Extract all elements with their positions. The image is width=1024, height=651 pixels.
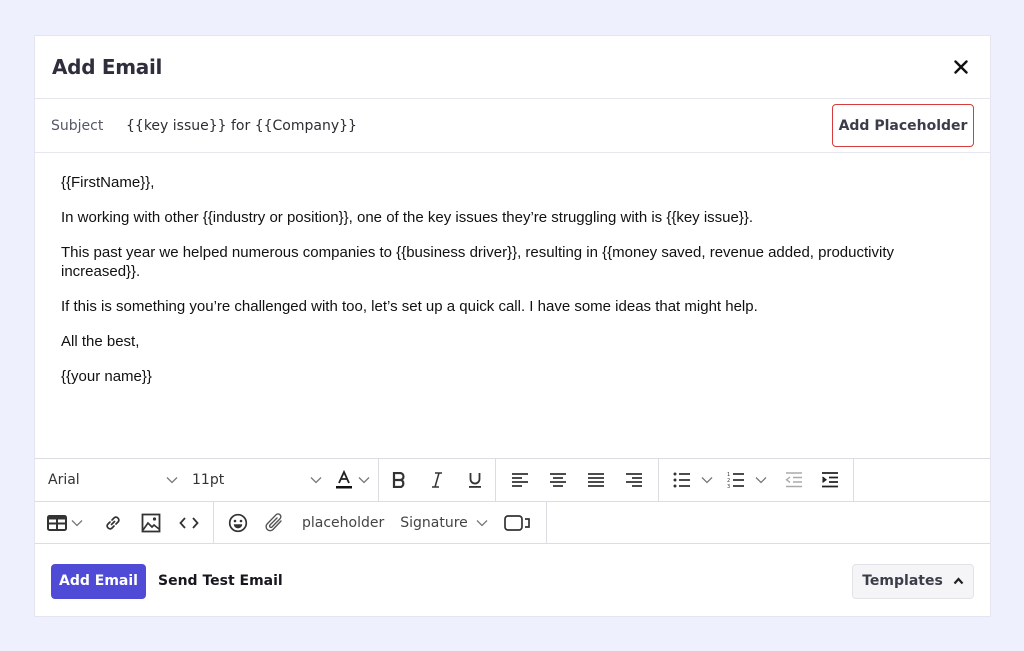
paperclip-icon	[265, 512, 282, 531]
font-size-value: 11pt	[192, 472, 225, 488]
add-email-modal: Add Email Subject Add Placeholder {{Firs…	[34, 35, 991, 617]
bullet-list-icon	[673, 472, 690, 488]
chevron-up-icon	[953, 577, 964, 585]
chevron-down-icon	[358, 477, 370, 484]
video-icon	[503, 514, 530, 531]
link-icon	[106, 515, 120, 530]
font-family-select[interactable]: Arial	[48, 472, 178, 488]
align-center-button[interactable]	[548, 465, 568, 495]
font-size-select[interactable]: 11pt	[192, 472, 322, 488]
templates-label: Templates	[862, 573, 943, 589]
bold-button[interactable]	[389, 465, 409, 495]
chevron-down-icon	[701, 477, 713, 484]
underline-button[interactable]	[465, 465, 485, 495]
alignment-group	[496, 459, 659, 501]
align-left-icon	[512, 473, 528, 487]
add-placeholder-button[interactable]: Add Placeholder	[832, 104, 974, 147]
body-paragraph: This past year we helped numerous compan…	[61, 244, 894, 280]
email-body-editor[interactable]: {{FirstName}}, In working with other {{i…	[35, 153, 990, 458]
attachment-button[interactable]	[264, 508, 286, 538]
modal-footer: Add Email Send Test Email Templates	[35, 546, 990, 616]
body-paragraph: {{FirstName}},	[61, 174, 155, 191]
signature-label: Signature	[400, 514, 468, 531]
italic-icon	[432, 472, 442, 488]
body-paragraph: All the best,	[61, 333, 140, 350]
font-color-icon	[336, 470, 352, 489]
bold-icon	[392, 472, 405, 488]
video-button[interactable]	[503, 508, 532, 538]
outdent-button[interactable]	[785, 465, 803, 495]
body-paragraph: {{your name}}	[61, 368, 152, 385]
body-paragraph: If this is something you’re challenged w…	[61, 298, 758, 315]
bullet-list-button[interactable]	[673, 465, 713, 495]
add-email-button[interactable]: Add Email	[51, 563, 146, 599]
image-icon	[141, 513, 161, 532]
italic-button[interactable]	[427, 465, 447, 495]
body-paragraph: In working with other {{industry or posi…	[61, 209, 754, 226]
align-justify-button[interactable]	[586, 465, 606, 495]
signature-select[interactable]: Signature	[400, 508, 488, 538]
align-right-icon	[626, 473, 642, 487]
formatting-toolbar: Arial 11pt 1 2 3	[35, 458, 990, 501]
chevron-down-icon	[310, 477, 322, 484]
align-left-button[interactable]	[510, 465, 530, 495]
underline-icon	[469, 472, 481, 488]
align-right-button[interactable]	[624, 465, 644, 495]
list-group: 123	[659, 459, 854, 501]
insert-toolbar: placeholder Signature	[35, 501, 990, 544]
image-button[interactable]	[141, 508, 161, 538]
align-justify-icon	[588, 473, 604, 487]
close-icon	[954, 60, 968, 74]
chevron-down-icon	[476, 519, 488, 526]
numbered-list-icon: 123	[727, 472, 744, 489]
table-icon	[47, 514, 67, 531]
indent-icon	[822, 472, 838, 488]
align-center-icon	[550, 473, 566, 487]
outdent-icon	[785, 472, 802, 488]
templates-button[interactable]: Templates	[852, 563, 974, 599]
subject-row: Subject Add Placeholder	[35, 99, 990, 153]
close-button[interactable]	[949, 55, 973, 79]
indent-button[interactable]	[821, 465, 839, 495]
insert-placeholder-button[interactable]: placeholder	[302, 508, 384, 538]
font-family-value: Arial	[48, 472, 80, 488]
insert-media-group	[35, 502, 214, 543]
text-style-group	[379, 459, 496, 501]
code-icon	[179, 516, 199, 529]
send-test-email-button[interactable]: Send Test Email	[158, 573, 283, 589]
emoji-button[interactable]	[228, 508, 248, 538]
emoji-icon	[228, 513, 248, 532]
font-controls-group: Arial 11pt	[35, 459, 379, 501]
link-button[interactable]	[103, 508, 123, 538]
subject-label: Subject	[51, 117, 104, 134]
chevron-down-icon	[755, 477, 767, 484]
svg-text:3: 3	[727, 484, 730, 489]
modal-title: Add Email	[52, 55, 163, 79]
code-view-button[interactable]	[179, 508, 199, 538]
modal-header: Add Email	[35, 36, 990, 99]
insert-content-group: placeholder Signature	[214, 502, 547, 543]
chevron-down-icon	[71, 519, 83, 526]
numbered-list-button[interactable]: 123	[727, 465, 767, 495]
chevron-down-icon	[166, 477, 178, 484]
table-button[interactable]	[47, 508, 83, 538]
text-color-button[interactable]	[334, 465, 370, 495]
